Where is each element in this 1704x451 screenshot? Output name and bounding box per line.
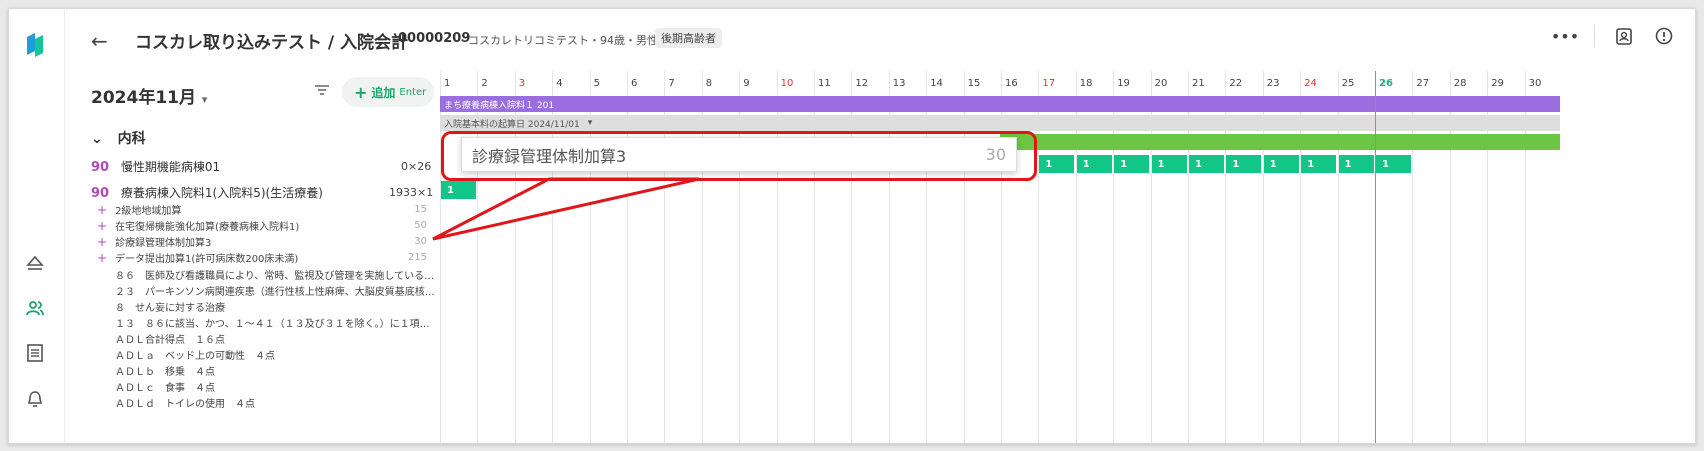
popup-label: 診療録管理体制加算3 bbox=[472, 146, 627, 166]
callout-pointer bbox=[432, 177, 700, 241]
tooltip-popup: 診療録管理体制加算3 30 bbox=[461, 137, 1017, 172]
app-window: ← コスカレ取り込みテスト / 入院会計 00000209 ・コスカレトリコミテ… bbox=[8, 8, 1696, 444]
popup-value: 30 bbox=[985, 145, 1006, 164]
